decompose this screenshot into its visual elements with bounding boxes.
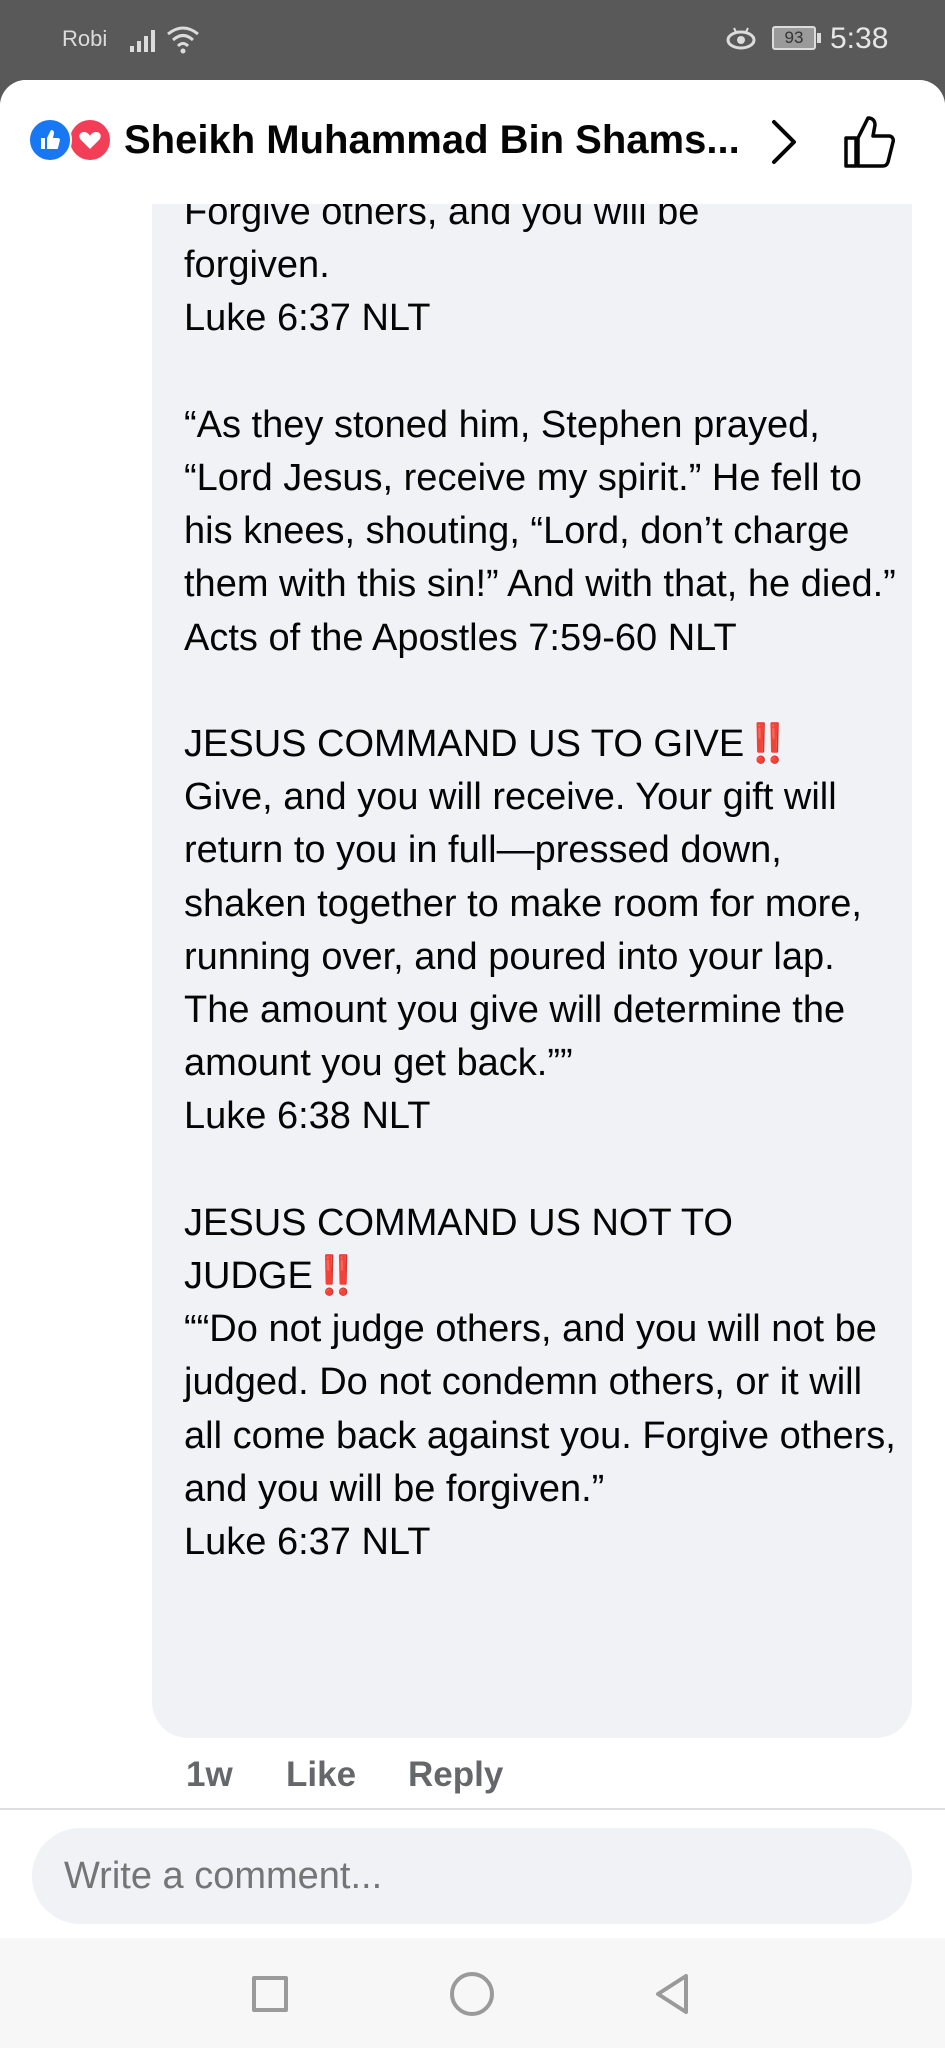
system-nav-bar: [0, 1938, 945, 2048]
chevron-right-icon[interactable]: [762, 116, 806, 168]
like-button[interactable]: Like: [286, 1755, 356, 1795]
sheet-header: Sheikh Muhammad Bin Shams...: [0, 80, 945, 204]
status-bar: Robi 93 5:38: [0, 0, 945, 80]
love-reaction-icon: [68, 118, 112, 162]
home-icon[interactable]: [450, 1972, 494, 2016]
carrier-name: Robi: [62, 26, 108, 51]
status-time: 5:38: [830, 22, 889, 55]
like-reaction-icon: [28, 118, 72, 162]
reply-button[interactable]: Reply: [408, 1755, 503, 1795]
back-icon[interactable]: [650, 1970, 694, 2018]
battery-icon: 93: [772, 26, 816, 50]
recent-apps-icon[interactable]: [252, 1976, 288, 2012]
comment-sheet: Sheikh Muhammad Bin Shams... Forgive oth…: [0, 80, 945, 2048]
comment-timestamp: 1w: [186, 1755, 233, 1794]
thumbs-up-icon[interactable]: [840, 112, 900, 172]
comment-text: Forgive others, and you will be forgiven…: [184, 191, 896, 1564]
composer-divider: [0, 1808, 945, 1810]
signal-icon: [130, 30, 155, 52]
battery-level: 93: [784, 28, 804, 47]
eye-comfort-icon: [726, 27, 756, 50]
wifi-icon: [167, 26, 199, 54]
battery-tip: [817, 33, 821, 43]
comment-input[interactable]: [32, 1828, 912, 1924]
comment-bubble: Forgive others, and you will be forgiven…: [152, 168, 912, 1738]
post-author-title[interactable]: Sheikh Muhammad Bin Shams...: [124, 118, 744, 163]
